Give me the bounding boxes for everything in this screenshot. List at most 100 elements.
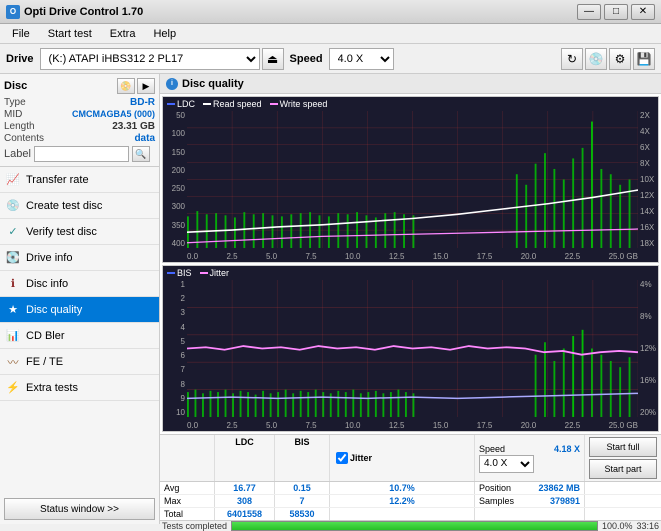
type-label: Type	[4, 97, 26, 108]
menu-help[interactable]: Help	[145, 27, 184, 41]
samples-label: Samples	[479, 496, 514, 506]
legend-jitter: Jitter	[210, 268, 230, 278]
nav-verify-test-disc[interactable]: ✓ Verify test disc	[0, 219, 159, 245]
window-controls: — □ ✕	[577, 4, 655, 20]
close-button[interactable]: ✕	[631, 4, 655, 20]
drive-label: Drive	[6, 53, 34, 65]
chart2-y-axis-left: 10987654321	[163, 280, 187, 417]
disc-quality-icon: ★	[6, 303, 20, 317]
nav-create-test-disc-label: Create test disc	[26, 200, 102, 212]
chart2: BIS Jitter 10987654321 20%16%12%8%4%	[162, 265, 659, 432]
legend-bis: BIS	[177, 268, 192, 278]
chart1-svg	[187, 111, 638, 248]
jitter-checkbox[interactable]	[336, 452, 348, 464]
fe-te-icon: 〰	[6, 355, 20, 369]
stats-avg-jitter: 10.7%	[330, 482, 475, 494]
app-icon: O	[6, 5, 20, 19]
nav-transfer-rate[interactable]: 📈 Transfer rate	[0, 167, 159, 193]
legend-write-speed: Write speed	[280, 99, 328, 109]
nav-verify-test-disc-label: Verify test disc	[26, 226, 97, 238]
left-panel: Disc 📀 ▶ Type BD-R MID CMCMAGBA5 (000) L…	[0, 74, 160, 524]
stats-header-jitter: Jitter	[350, 453, 372, 463]
speed-label: Speed	[479, 444, 505, 454]
toolbar-icons: ↻ 💿 ⚙ 💾	[561, 48, 655, 70]
jitter-checkbox-section: Jitter	[330, 435, 475, 481]
disc-quality-header-icon: i	[166, 78, 178, 90]
speed-select[interactable]: 4.0 X	[329, 48, 394, 70]
nav-disc-quality[interactable]: ★ Disc quality	[0, 297, 159, 323]
progress-bar-container: Tests completed 100.0% 33:16	[160, 520, 661, 531]
menu-extra[interactable]: Extra	[102, 27, 144, 41]
menu-start-test[interactable]: Start test	[40, 27, 100, 41]
drive-select[interactable]: (K:) ATAPI iHBS312 2 PL17	[40, 48, 260, 70]
nav-section: 📈 Transfer rate 💿 Create test disc ✓ Ver…	[0, 167, 159, 494]
stats-total-jitter	[330, 508, 475, 520]
maximize-button[interactable]: □	[604, 4, 628, 20]
disc-icon-btn1[interactable]: 📀	[117, 78, 135, 94]
samples-value: 379891	[550, 496, 580, 506]
main-layout: Disc 📀 ▶ Type BD-R MID CMCMAGBA5 (000) L…	[0, 74, 661, 524]
status-text: Tests completed	[162, 521, 227, 531]
label-field-label: Label	[4, 148, 31, 160]
progress-time: 33:16	[636, 521, 659, 531]
stats-avg-ldc: 16.77	[215, 482, 275, 494]
status-window-button[interactable]: Status window >>	[4, 498, 155, 520]
nav-cd-bler[interactable]: 📊 CD Bler	[0, 323, 159, 349]
speed-label: Speed	[290, 53, 323, 65]
nav-fe-te[interactable]: 〰 FE / TE	[0, 349, 159, 375]
start-part-button[interactable]: Start part	[589, 459, 657, 479]
right-panel: i Disc quality LDC Read speed	[160, 74, 661, 524]
position-label: Position	[479, 483, 511, 493]
stats-total-bis: 58530	[275, 508, 330, 520]
nav-fe-te-label: FE / TE	[26, 356, 63, 368]
legend-ldc: LDC	[177, 99, 195, 109]
nav-disc-info[interactable]: ℹ Disc info	[0, 271, 159, 297]
speed-value: 4.18 X	[554, 444, 580, 454]
eject-button[interactable]: ⏏	[262, 48, 284, 70]
nav-disc-quality-label: Disc quality	[26, 304, 82, 316]
label-input[interactable]	[34, 146, 129, 162]
length-value: 23.31 GB	[112, 121, 155, 132]
stats-header-ldc: LDC	[215, 435, 275, 481]
save-button[interactable]: 💾	[633, 48, 655, 70]
stats-max-ldc: 308	[215, 495, 275, 507]
mid-value: CMCMAGBA5 (000)	[72, 109, 155, 120]
chart2-y-axis-right: 20%16%12%8%4%	[638, 280, 658, 417]
speed-select-bottom[interactable]: 4.0 X	[479, 455, 534, 473]
label-browse-button[interactable]: 🔍	[132, 146, 150, 162]
chart1-x-axis: 0.02.55.07.510.012.515.017.520.022.525.0…	[187, 252, 638, 261]
disc-section: Disc 📀 ▶ Type BD-R MID CMCMAGBA5 (000) L…	[0, 74, 159, 167]
stats-max-jitter: 12.2%	[330, 495, 475, 507]
chart1-legend: LDC Read speed Write speed	[167, 99, 327, 109]
stats-col-empty	[160, 435, 215, 481]
settings-button[interactable]: ⚙	[609, 48, 631, 70]
cd-bler-icon: 📊	[6, 329, 20, 343]
menu-bar: File Start test Extra Help	[0, 24, 661, 44]
nav-disc-info-label: Disc info	[26, 278, 68, 290]
disc-icon-btn2[interactable]: ▶	[137, 78, 155, 94]
stats-label-avg: Avg	[160, 482, 215, 494]
nav-drive-info[interactable]: 💽 Drive info	[0, 245, 159, 271]
stats-row-avg: Avg 16.77 0.15 10.7% Position 23862 MB	[160, 482, 661, 495]
stats-bar: LDC BIS Jitter Speed 4.18 X 4.0 X St	[160, 434, 661, 524]
progress-bar	[231, 521, 598, 531]
stats-label-max: Max	[160, 495, 215, 507]
chart2-x-axis: 0.02.55.07.510.012.515.017.520.022.525.0…	[187, 421, 638, 430]
progress-bar-fill	[232, 522, 597, 530]
disc-quality-header: i Disc quality	[160, 74, 661, 94]
stats-row-total: Total 6401558 58530	[160, 508, 661, 520]
nav-create-test-disc[interactable]: 💿 Create test disc	[0, 193, 159, 219]
burn-button[interactable]: 💿	[585, 48, 607, 70]
refresh-button[interactable]: ↻	[561, 48, 583, 70]
position-value: 23862 MB	[538, 483, 580, 493]
transfer-rate-icon: 📈	[6, 173, 20, 187]
stats-avg-bis: 0.15	[275, 482, 330, 494]
chart1-y-axis-left: 40035030025020015010050	[163, 111, 187, 248]
contents-label: Contents	[4, 133, 44, 144]
nav-extra-tests[interactable]: ⚡ Extra tests	[0, 375, 159, 401]
menu-file[interactable]: File	[4, 27, 38, 41]
minimize-button[interactable]: —	[577, 4, 601, 20]
chart2-svg	[187, 280, 638, 417]
disc-info-icon: ℹ	[6, 277, 20, 291]
start-full-button[interactable]: Start full	[589, 437, 657, 457]
